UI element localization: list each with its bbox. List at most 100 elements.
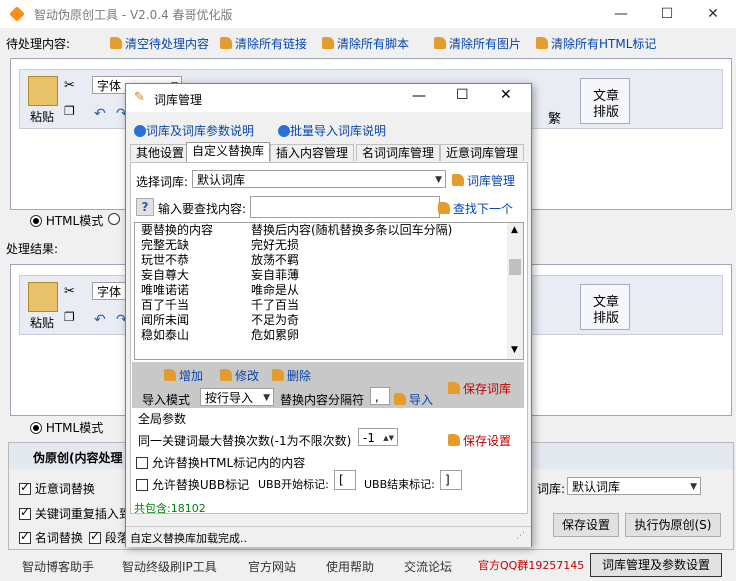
ubb-start-input[interactable]: [ [334,470,356,490]
clear-scripts-link[interactable]: 清除所有脚本 [322,35,409,52]
find-input[interactable] [250,196,440,218]
total-count: 共包含:18102 [134,502,206,515]
radio-icon [108,213,120,225]
lexicon-select[interactable]: 默认词库 ▼ [192,170,446,188]
tab-other-settings[interactable]: 其他设置 [130,144,191,161]
dialog-minimize-button[interactable]: — [412,88,426,104]
ubb-end-label: UBB结束标记: [364,478,435,491]
chevron-down-icon[interactable]: ▼ [511,345,518,355]
col-to: 替换后内容(随机替换多条以回车分隔) [251,223,453,237]
lexicon-manage-link[interactable]: 词库管理 [452,172,515,189]
cut-icon[interactable]: ✂ [64,284,75,299]
run-pseudo-button[interactable]: 执行伪原创(S) [625,513,721,537]
table-row[interactable]: 妄自尊大 妄自菲薄 [135,268,452,283]
hand-icon [220,369,232,381]
undo-icon[interactable]: ↶ [94,106,106,122]
opt-synonym[interactable]: 近意词替换 [19,480,95,497]
opt-noun[interactable]: 名词替换 [19,529,83,546]
dialog-maximize-button[interactable]: ☐ [456,87,469,103]
batch-import-help-link[interactable]: 批量导入词库说明 [278,122,386,139]
dialog-title-bar: ✎ 词库管理 — ☐ ✕ [126,84,531,112]
list-scrollbar[interactable]: ▲ ▼ [507,223,523,359]
tab-noun-lexicon[interactable]: 名词词库管理 [356,144,441,161]
clear-images-link[interactable]: 清除所有图片 [434,35,521,52]
save-settings-button[interactable]: 保存设置 [553,513,619,537]
minimize-button[interactable]: — [598,0,644,28]
html-mode-radio[interactable]: HTML模式 [30,212,103,229]
article-layout-button[interactable]: 文章 排版 [580,284,630,330]
replace-list[interactable]: 要替换的内容 替换后内容(随机替换多条以回车分隔) 完整无缺 完好无损 玩世不恭放… [134,222,524,360]
opt-paragraph[interactable]: 段落 [89,529,129,546]
resize-grip-icon[interactable]: ⋰ [516,531,525,541]
broom-icon [322,37,334,49]
ubb-end-input[interactable]: ] [440,470,462,490]
dialog-close-button[interactable]: ✕ [500,87,512,103]
clear-links-link[interactable]: 清除所有链接 [220,35,307,52]
copy-icon[interactable]: ❐ [64,104,75,118]
footer-qq: 官方QQ群19257145 [478,559,585,572]
maximize-button[interactable]: ☐ [644,0,690,28]
lexicon-settings-button[interactable]: 词库管理及参数设置 [590,553,722,577]
col-from: 要替换的内容 [141,223,214,237]
save-lexicon-link[interactable]: 保存词库 [448,380,511,397]
max-replace-input[interactable]: -1 ▲▼ [358,428,398,446]
find-next-link[interactable]: 查找下一个 [438,200,513,217]
traditional-convert[interactable]: 繁 [548,108,561,127]
delete-link[interactable]: 删除 [272,367,311,384]
paste-label: 粘贴 [30,110,55,124]
chevron-up-icon[interactable]: ▲ [511,225,518,235]
paste-label: 粘贴 [30,316,55,330]
footer-site-link[interactable]: 官方网站 [248,558,296,575]
clear-pending-link[interactable]: 清空待处理内容 [110,35,209,52]
pending-label: 待处理内容: [6,37,71,51]
table-row[interactable]: 玩世不恭 放荡不羁 [135,253,452,268]
broom-icon [536,37,548,49]
hand-icon [272,369,284,381]
separator-input[interactable]: , [370,387,390,405]
footer-ip-link[interactable]: 智动终级刷IP工具 [122,558,217,575]
save-settings-link[interactable]: 保存设置 [448,432,511,449]
footer-forum-link[interactable]: 交流论坛 [404,558,452,575]
dialog-status-bar: 自定义替换库加载完成.. ⋰ [126,526,531,547]
tab-insert-content[interactable]: 插入内容管理 [270,144,355,161]
close-button[interactable]: ✕ [690,0,736,28]
pseudo-lexicon-select[interactable]: 默认词库 ▼ [567,477,701,495]
result-html-mode-radio[interactable]: HTML模式 [30,419,103,436]
footer-blog-link[interactable]: 智动博客助手 [22,558,94,575]
table-row[interactable]: 完整无缺 完好无损 [135,238,452,253]
import-link[interactable]: 导入 [394,391,433,408]
checkbox-icon [19,505,31,520]
other-mode-radio[interactable] [108,212,120,226]
undo-icon[interactable]: ↶ [94,312,106,328]
help-icon [134,125,146,137]
import-mode-select[interactable]: 按行导入 ▼ [200,388,274,406]
paste-icon[interactable] [28,282,58,312]
dialog-title: 词库管理 [154,93,203,107]
footer-help-link[interactable]: 使用帮助 [326,558,374,575]
allow-ubb-checkbox[interactable]: 允许替换UBB标记 [136,476,249,493]
radio-icon [30,215,42,227]
copy-icon[interactable]: ❐ [64,310,75,324]
table-row[interactable]: 百了千当 千了百当 [135,298,452,313]
table-row[interactable]: 闻所未闻 不足为奇 [135,313,452,328]
allow-html-checkbox[interactable]: 允许替换HTML标记内的内容 [136,454,305,471]
table-row[interactable]: 稳如泰山 危如累卵 [135,328,452,343]
tab-synonym-lexicon[interactable]: 近意词库管理 [440,144,525,161]
opt-keyword[interactable]: 关键词重复插入到 [19,505,131,522]
max-replace-label: 同一关键词最大替换次数(-1为不限次数) [138,434,352,448]
hand-icon [448,434,460,446]
clear-html-link[interactable]: 清除所有HTML标记 [536,35,656,52]
scroll-thumb[interactable] [509,259,521,275]
edit-link[interactable]: 修改 [220,367,259,384]
hand-icon [448,382,460,394]
ubb-start-label: UBB开始标记: [258,478,329,491]
paste-icon[interactable] [28,76,58,106]
table-row[interactable]: 唯唯诺诺 唯命是从 [135,283,452,298]
add-link[interactable]: 增加 [164,367,203,384]
title-bar: 智动伪原创工具 - V2.0.4 春哥优化版 — ☐ ✕ [0,0,736,28]
article-layout-button[interactable]: 文章 排版 [580,78,630,124]
tab-custom-replace[interactable]: 自定义替换库 [186,142,271,162]
lexicon-help-link[interactable]: 词库及词库参数说明 [134,122,254,139]
find-help-button[interactable]: ? [136,198,154,216]
cut-icon[interactable]: ✂ [64,78,75,93]
